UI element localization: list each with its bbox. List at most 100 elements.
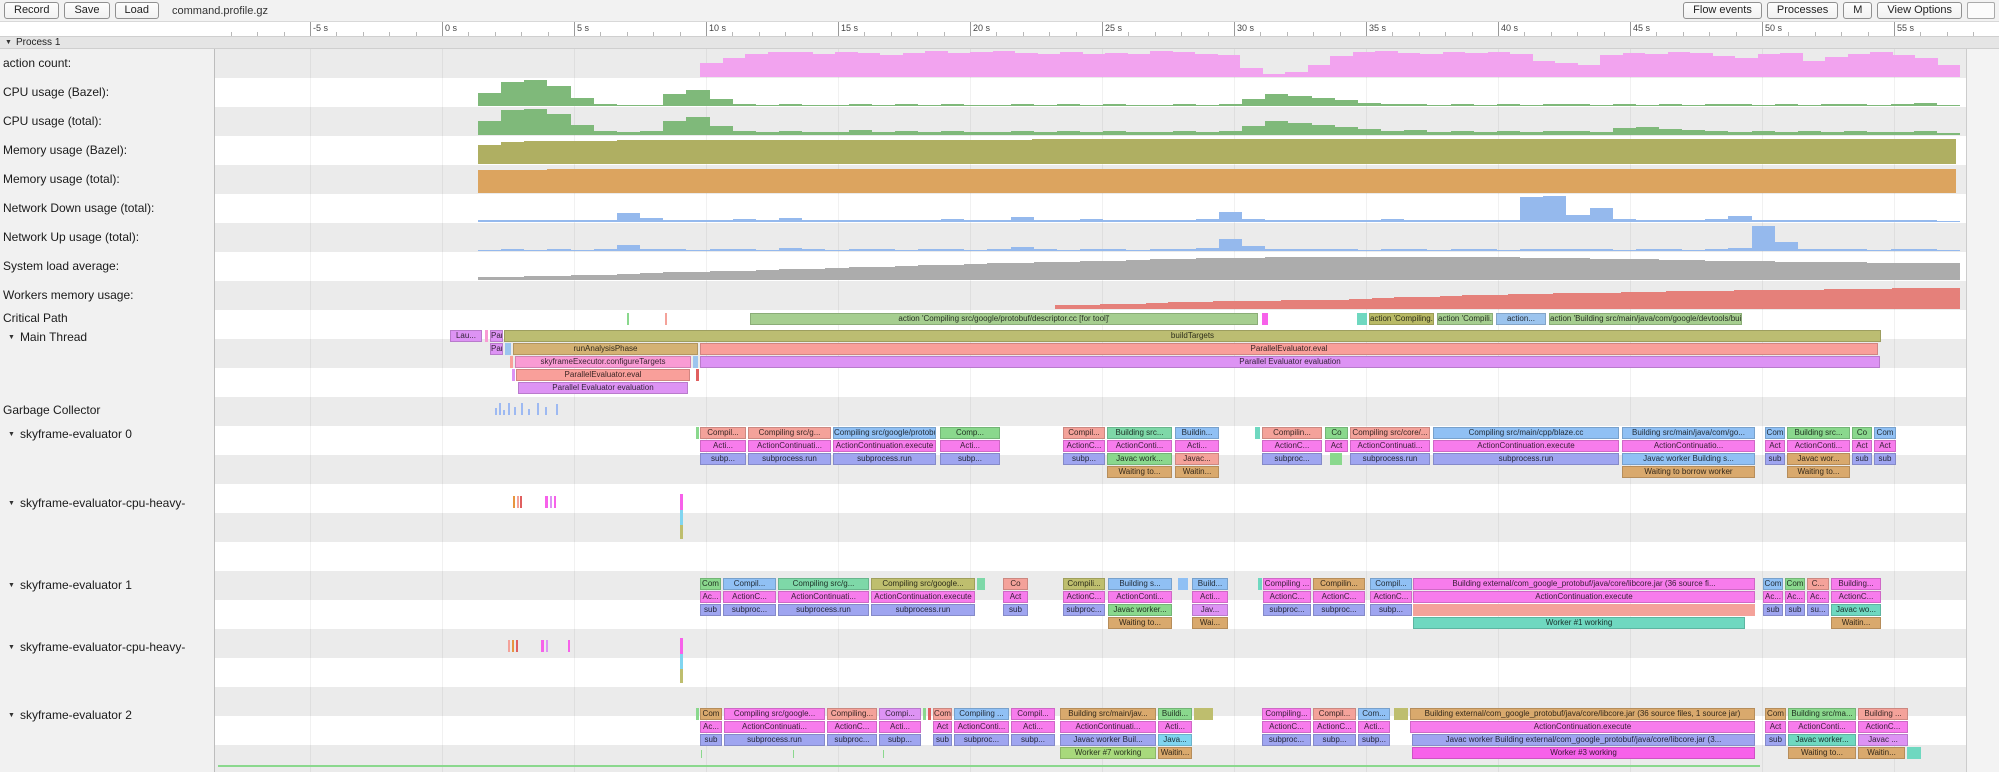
event-span[interactable]: Waiting to...: [1787, 466, 1850, 478]
event-span[interactable]: sub: [1763, 604, 1783, 616]
event-span[interactable]: [1262, 313, 1268, 325]
toolbar-button-view-options[interactable]: View Options: [1877, 2, 1962, 19]
event-mark[interactable]: [883, 750, 884, 758]
event-mark[interactable]: [545, 496, 548, 508]
event-span[interactable]: [693, 356, 698, 368]
event-mark[interactable]: [514, 407, 516, 415]
event-span[interactable]: Compil...: [1370, 578, 1412, 590]
event-span[interactable]: ActionContinuati...: [1350, 440, 1430, 452]
event-span[interactable]: subprocess.run: [748, 453, 831, 465]
event-span[interactable]: action...: [1496, 313, 1546, 325]
track-label-skyframe-evaluator-2[interactable]: ▼skyframe-evaluator 2: [3, 708, 132, 722]
event-span[interactable]: [928, 708, 931, 720]
event-span[interactable]: subproc...: [954, 734, 1009, 746]
event-span[interactable]: [1907, 747, 1921, 759]
event-span[interactable]: [696, 427, 699, 439]
event-span[interactable]: subp...: [940, 453, 1000, 465]
event-span[interactable]: Parallel Evaluator evaluation: [518, 382, 688, 394]
counter-chart-4[interactable]: [478, 167, 1956, 193]
event-span[interactable]: Waitin...: [1175, 466, 1219, 478]
event-span[interactable]: Worker #3 working: [1412, 747, 1755, 759]
event-span[interactable]: Buildi...: [1158, 708, 1192, 720]
counter-chart-3[interactable]: [478, 138, 1956, 164]
event-mark[interactable]: [517, 496, 519, 508]
event-span[interactable]: Waitin...: [1858, 747, 1905, 759]
track-label-skyframe-evaluator-0[interactable]: ▼skyframe-evaluator 0: [3, 427, 132, 441]
event-span[interactable]: Com: [1874, 427, 1896, 439]
event-span[interactable]: ActionConti...: [1787, 440, 1850, 452]
timeline-canvas[interactable]: action 'Compiling src/google/protobuf/de…: [215, 49, 1966, 772]
event-mark[interactable]: [568, 640, 570, 652]
event-span[interactable]: subp...: [1063, 453, 1105, 465]
event-span[interactable]: ActionC...: [1263, 591, 1311, 603]
event-span[interactable]: sub: [1765, 734, 1786, 746]
event-span[interactable]: buildTargets: [504, 330, 1881, 342]
event-span[interactable]: Compiling src/main/cpp/blaze.cc: [1433, 427, 1619, 439]
event-span[interactable]: Compi...: [879, 708, 921, 720]
event-mark[interactable]: [680, 654, 683, 669]
event-span[interactable]: subp...: [700, 453, 746, 465]
toolbar-button-load[interactable]: Load: [115, 2, 159, 19]
event-span[interactable]: ActionContinuation.execute: [833, 440, 936, 452]
counter-chart-8[interactable]: [1055, 283, 1960, 309]
event-span[interactable]: Java...: [1158, 734, 1192, 746]
event-span[interactable]: Com: [1765, 708, 1786, 720]
event-mark[interactable]: [513, 496, 515, 508]
event-span[interactable]: subprocess.run: [778, 604, 869, 616]
event-span[interactable]: Com...: [1358, 708, 1390, 720]
event-span[interactable]: Worker #7 working: [1060, 747, 1156, 759]
event-span[interactable]: ActionContinuati...: [778, 591, 869, 603]
event-span[interactable]: Co: [1325, 427, 1348, 439]
event-span[interactable]: ParallelEvaluator.eval: [516, 369, 690, 381]
event-span[interactable]: ActionC...: [1858, 721, 1908, 733]
event-span[interactable]: Ac...: [1763, 591, 1783, 603]
event-mark[interactable]: [680, 669, 683, 683]
event-span[interactable]: [923, 708, 926, 720]
event-span[interactable]: ActionConti...: [1108, 591, 1172, 603]
event-span[interactable]: Ac...: [700, 591, 721, 603]
event-mark[interactable]: [554, 496, 556, 508]
event-span[interactable]: subproc...: [1262, 734, 1311, 746]
toolbar-button-flow-events[interactable]: Flow events: [1683, 2, 1762, 19]
event-span[interactable]: Compiling...: [1262, 708, 1311, 720]
event-span[interactable]: Waiting to...: [1107, 466, 1172, 478]
event-span[interactable]: Ac...: [700, 721, 722, 733]
event-span[interactable]: Co: [1003, 578, 1028, 590]
event-span[interactable]: Acti...: [940, 440, 1000, 452]
event-span[interactable]: Acti...: [1175, 440, 1219, 452]
event-span[interactable]: sub: [700, 734, 722, 746]
event-span[interactable]: Building external/com_google_protobuf/ja…: [1413, 578, 1755, 590]
event-span[interactable]: [485, 330, 488, 342]
event-span[interactable]: Javac worker Building s...: [1622, 453, 1755, 465]
event-span[interactable]: ActionC...: [723, 591, 776, 603]
event-span[interactable]: [1413, 604, 1755, 616]
counter-chart-2[interactable]: [478, 109, 1960, 135]
event-span[interactable]: Javac worker Buil...: [1060, 734, 1156, 746]
event-span[interactable]: ActionC...: [1262, 440, 1322, 452]
event-span[interactable]: action 'Compiling...: [1369, 313, 1434, 325]
event-span[interactable]: [1255, 427, 1260, 439]
event-span[interactable]: action 'Building src/main/java/com/googl…: [1549, 313, 1742, 325]
event-span[interactable]: skyframeExecutor.configureTargets: [515, 356, 691, 368]
event-mark[interactable]: [680, 638, 683, 654]
event-span[interactable]: Javac...: [1175, 453, 1219, 465]
event-span[interactable]: subproc...: [1262, 453, 1322, 465]
event-span[interactable]: Waiting to...: [1788, 747, 1856, 759]
event-span[interactable]: Building src...: [1787, 427, 1850, 439]
event-span[interactable]: subp...: [1011, 734, 1055, 746]
toolbar-stub-button[interactable]: [1967, 2, 1995, 19]
event-mark[interactable]: [701, 750, 702, 758]
event-span[interactable]: subprocess.run: [1350, 453, 1430, 465]
event-span[interactable]: ActionContinuation.execute: [1413, 591, 1755, 603]
event-span[interactable]: [977, 578, 985, 590]
event-span[interactable]: ActionContinuati...: [1060, 721, 1156, 733]
event-span[interactable]: Building external/com_google_protobuf/ja…: [1410, 708, 1755, 720]
event-span[interactable]: Compilin...: [1262, 427, 1322, 439]
event-mark[interactable]: [680, 494, 683, 510]
event-span[interactable]: Acti...: [1358, 721, 1390, 733]
track-label-skyframe-evaluator-1[interactable]: ▼skyframe-evaluator 1: [3, 578, 132, 592]
event-span[interactable]: Compiling src/google...: [871, 578, 975, 590]
event-span[interactable]: Acti...: [879, 721, 921, 733]
event-span[interactable]: Parallel Evaluator evaluation: [700, 356, 1880, 368]
event-span[interactable]: ActionContinuati...: [724, 721, 825, 733]
